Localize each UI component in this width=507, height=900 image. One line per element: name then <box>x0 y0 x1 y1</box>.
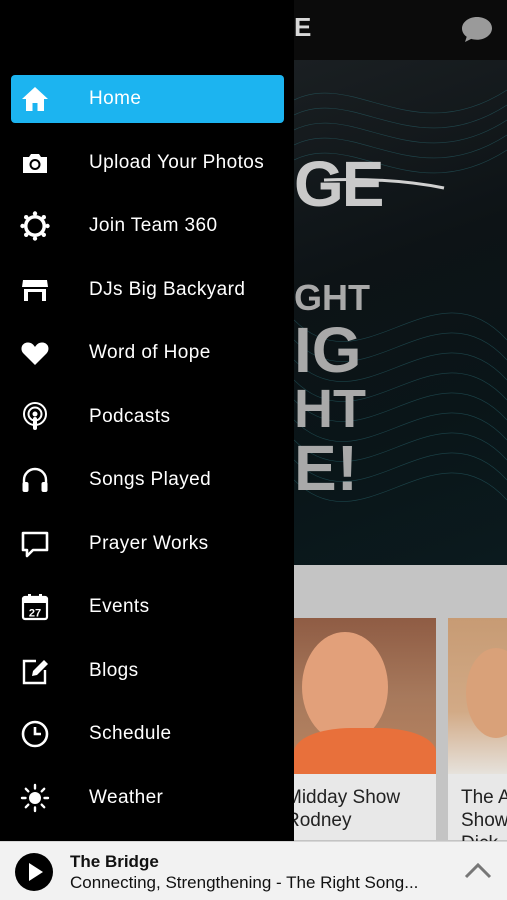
expand-player-button[interactable] <box>462 858 494 884</box>
now-playing-text: Connecting, Strengthening - The Right So… <box>70 873 419 892</box>
menu-item-word-of-hope[interactable]: Word of Hope <box>11 329 284 377</box>
menu-item-label: Events <box>89 596 150 617</box>
show-title: Midday Show Rodney <box>286 787 401 831</box>
menu-item-upload-photos[interactable]: Upload Your Photos <box>11 139 284 187</box>
heart-icon <box>19 337 51 369</box>
menu-item-label: Word of Hope <box>89 342 211 363</box>
host-photo <box>294 618 436 774</box>
header-logo: E <box>294 12 313 42</box>
menu-item-label: Schedule <box>89 723 172 744</box>
play-button[interactable] <box>14 852 54 892</box>
menu-item-blogs[interactable]: Blogs <box>11 647 284 695</box>
menu-item-label: Home <box>89 88 142 109</box>
badge-icon <box>19 210 51 242</box>
headphones-icon <box>19 464 51 496</box>
menu-item-big-backyard[interactable]: DJs Big Backyard <box>11 266 284 314</box>
menu-item-label: Prayer Works <box>89 533 209 554</box>
edit-icon <box>19 655 51 687</box>
show-card[interactable]: Midday Show Rodney <box>286 618 436 840</box>
podcast-icon <box>19 401 51 433</box>
host-photo <box>448 618 507 774</box>
menu-item-schedule[interactable]: Schedule <box>11 710 284 758</box>
calendar-icon: 27 <box>19 591 51 623</box>
chat-icon[interactable] <box>460 14 494 44</box>
station-name: The Bridge <box>70 852 159 871</box>
menu-item-join-team[interactable]: Join Team 360 <box>11 202 284 250</box>
side-menu: Home Upload Your Photos Join Team 360 DJ… <box>0 0 294 841</box>
menu-item-podcasts[interactable]: Podcasts <box>11 393 284 441</box>
menu-item-label: Join Team 360 <box>89 215 218 236</box>
menu-item-label: Blogs <box>89 660 139 681</box>
menu-item-events[interactable]: 27 Events <box>11 583 284 631</box>
slogan-line: E! <box>294 432 358 504</box>
menu-item-label: Upload Your Photos <box>89 152 265 173</box>
hero-slogan: GHT IG HT E! <box>294 277 370 504</box>
camera-icon <box>19 147 51 179</box>
chevron-up-icon <box>464 862 492 879</box>
play-icon <box>15 853 53 891</box>
clock-icon <box>19 718 51 750</box>
menu-item-label: Songs Played <box>89 469 212 490</box>
menu-item-label: Podcasts <box>89 406 171 427</box>
slogan-line: HT <box>294 379 366 439</box>
menu-item-label: DJs Big Backyard <box>89 279 246 300</box>
sun-icon <box>19 782 51 814</box>
menu-item-weather[interactable]: Weather <box>11 774 284 822</box>
menu-item-prayer-works[interactable]: Prayer Works <box>11 520 284 568</box>
hero-banner[interactable]: GE GHT IG HT E! <box>294 60 507 565</box>
slogan-line: IG <box>294 314 362 386</box>
storefront-icon <box>19 274 51 306</box>
speech-bubble-icon <box>19 528 51 560</box>
menu-item-label: Weather <box>89 787 164 808</box>
now-playing-bar[interactable]: The Bridge Connecting, Strengthening - T… <box>0 841 507 900</box>
menu-item-home[interactable]: Home <box>11 75 284 123</box>
show-card[interactable]: The A Show Dick <box>448 618 507 854</box>
home-icon <box>19 83 51 115</box>
menu-item-songs-played[interactable]: Songs Played <box>11 456 284 504</box>
svg-text:27: 27 <box>29 608 41 620</box>
slogan-line: GHT <box>294 277 370 318</box>
hero-logo: GE <box>294 148 384 220</box>
